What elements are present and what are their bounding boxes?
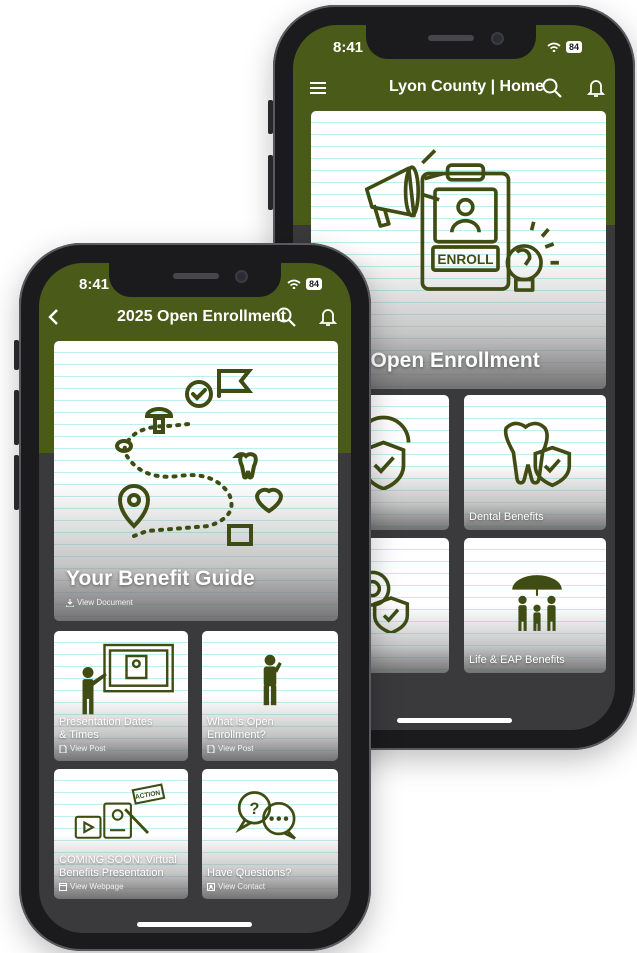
view-post-label: View Post <box>218 744 254 753</box>
home-indicator <box>397 718 512 723</box>
tile-label: Dental Benefits <box>469 511 544 523</box>
tile-title-line1: Presentation Dates <box>59 716 153 728</box>
document-icon <box>207 744 215 753</box>
view-post-link[interactable]: View Post <box>207 744 253 753</box>
front-phone-screen: 8:41 84 2025 Open Enrollment Your Benefi… <box>39 263 351 933</box>
presenter-board-icon <box>82 643 174 715</box>
virtual-benefits-presentation-tile[interactable]: ACTION COMING SOON: Virtual Benefits Pre… <box>54 769 188 899</box>
hero-title: 5 Open Enrollment <box>353 349 540 372</box>
battery-icon: 84 <box>306 278 323 290</box>
have-questions-tile[interactable]: ? Have Questions? View Contact <box>202 769 338 899</box>
video-action-icon: ACTION <box>74 783 166 839</box>
bell-icon[interactable] <box>317 306 339 328</box>
status-time: 8:41 <box>333 39 364 56</box>
hero-card-benefit-guide[interactable]: Your Benefit Guide View Document <box>54 341 338 621</box>
svg-text:?: ? <box>250 800 260 818</box>
status-icons: 84 <box>287 278 323 290</box>
webpage-icon <box>59 882 67 891</box>
view-contact-label: View Contact <box>218 882 265 891</box>
search-icon[interactable] <box>275 306 297 328</box>
battery-icon: 84 <box>566 41 583 53</box>
page-title: 2025 Open Enrollment <box>117 308 286 325</box>
wifi-icon <box>547 42 561 52</box>
back-notch <box>366 25 536 59</box>
chevron-left-icon[interactable] <box>43 306 65 328</box>
download-icon <box>66 598 74 607</box>
view-webpage-link[interactable]: View Webpage <box>59 882 124 891</box>
enroll-clipboard-megaphone-icon: ENROLL <box>364 149 559 292</box>
contact-icon <box>207 882 215 891</box>
status-time: 8:41 <box>79 276 110 293</box>
tile-title-line1: What is Open <box>207 716 274 728</box>
page-title: Lyon County | Home <box>389 78 544 95</box>
tile-title-line2: Benefits Presentation <box>59 867 164 879</box>
status-icons: 84 <box>547 41 583 53</box>
view-webpage-label: View Webpage <box>70 882 124 891</box>
front-notch <box>109 263 281 297</box>
document-icon <box>59 744 67 753</box>
view-document-link[interactable]: View Document <box>66 598 133 607</box>
chat-bubbles-icon: ? <box>235 791 296 840</box>
front-phone: 8:41 84 2025 Open Enrollment Your Benefi… <box>19 243 371 951</box>
what-is-open-enrollment-tile[interactable]: What is Open Enrollment? View Post <box>202 631 338 761</box>
tile-label: Life & EAP Benefits <box>469 654 565 666</box>
search-icon[interactable] <box>541 77 563 99</box>
bell-icon[interactable] <box>585 77 607 99</box>
view-post-link[interactable]: View Post <box>59 744 105 753</box>
home-indicator <box>137 922 252 927</box>
hero-title: Your Benefit Guide <box>66 567 255 590</box>
view-post-label: View Post <box>70 744 106 753</box>
life-eap-benefits-tile[interactable]: Life & EAP Benefits <box>464 538 606 673</box>
hamburger-menu-icon[interactable] <box>307 77 329 99</box>
benefit-roadmap-icon <box>114 369 284 546</box>
view-contact-link[interactable]: View Contact <box>207 882 265 891</box>
wifi-icon <box>287 279 301 289</box>
dental-benefits-tile[interactable]: Dental Benefits <box>464 395 606 530</box>
thinking-person-icon <box>263 654 282 706</box>
family-umbrella-icon <box>512 575 562 631</box>
tile-title-line2: & Times <box>59 729 99 741</box>
tooth-shield-icon <box>503 421 572 488</box>
svg-text:ENROLL: ENROLL <box>437 252 493 267</box>
tile-title-line2: Enrollment? <box>207 729 266 741</box>
tile-title-line1: COMING SOON: Virtual <box>59 854 177 866</box>
view-document-label: View Document <box>77 598 133 607</box>
presentation-dates-tile[interactable]: Presentation Dates & Times View Post <box>54 631 188 761</box>
tile-title-line1: Have Questions? <box>207 867 292 879</box>
